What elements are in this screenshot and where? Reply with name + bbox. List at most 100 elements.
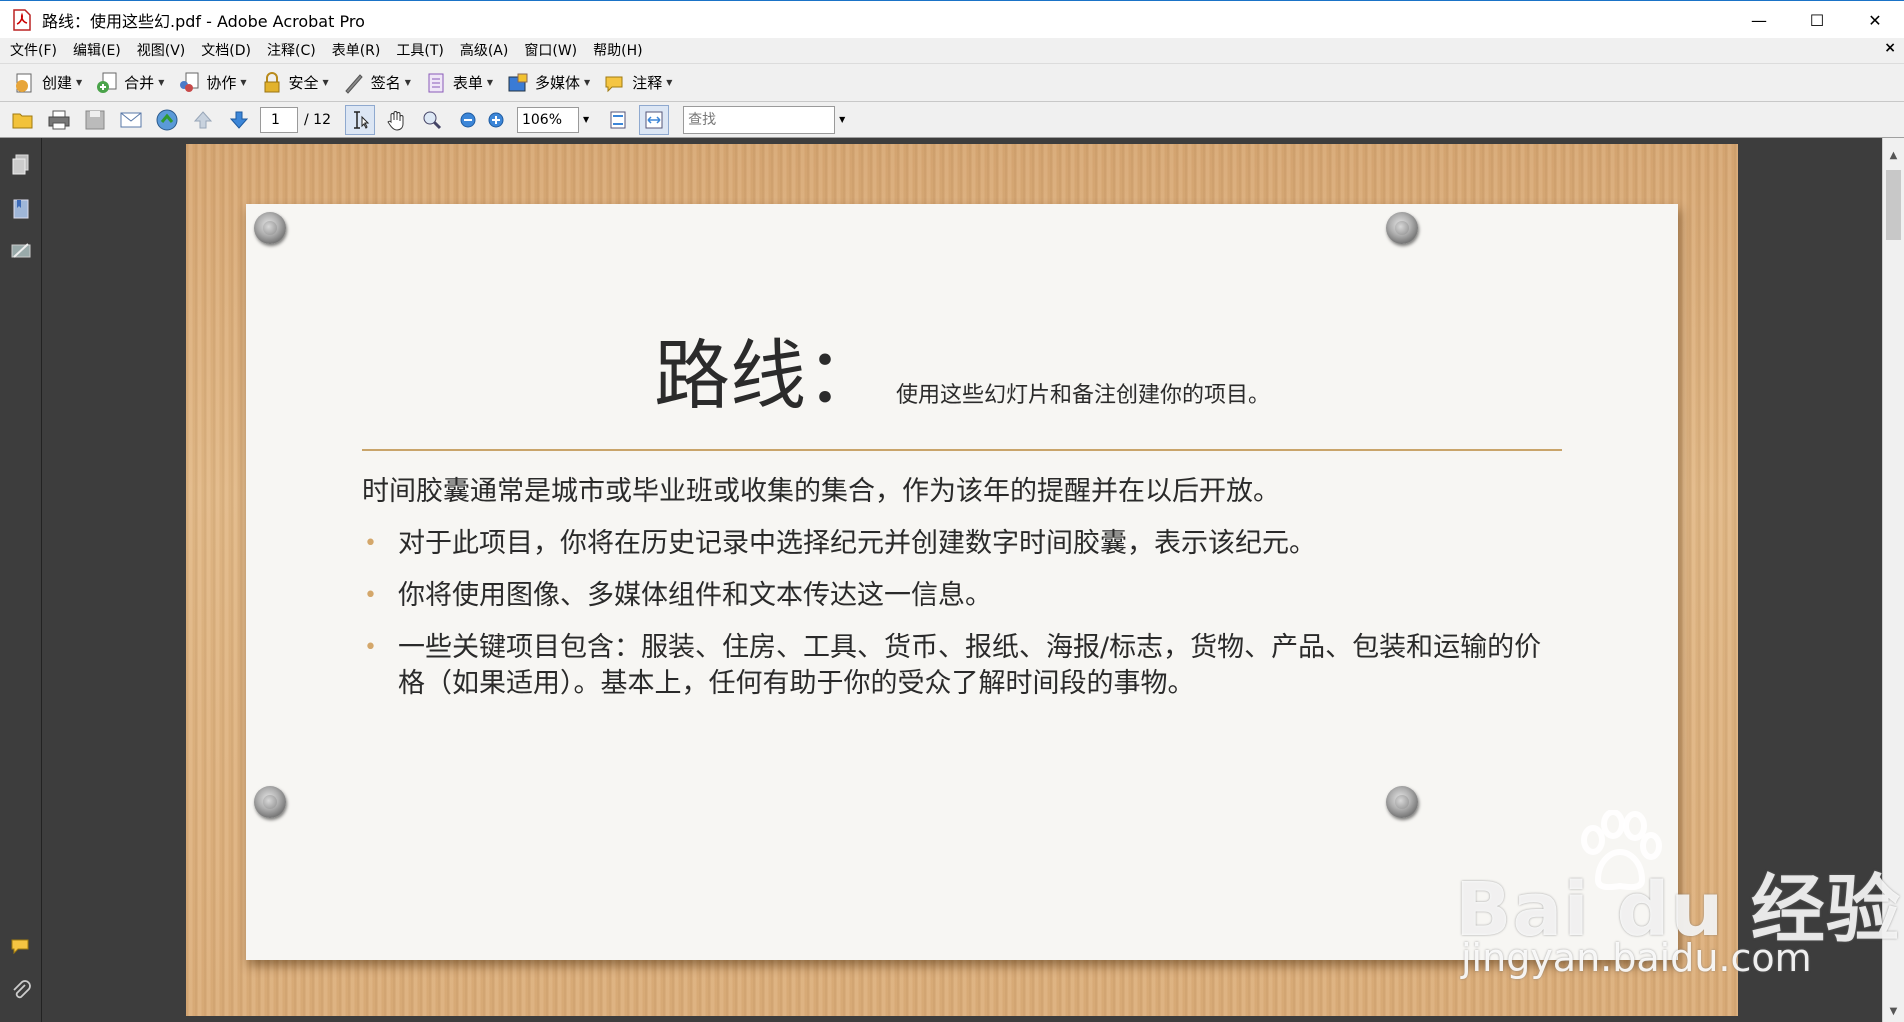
upload-icon[interactable] bbox=[152, 105, 182, 135]
pages-panel-icon[interactable] bbox=[8, 152, 34, 178]
zoom-tool-icon[interactable] bbox=[417, 105, 447, 135]
chevron-down-icon: ▼ bbox=[486, 78, 494, 87]
bookmarks-panel-icon[interactable] bbox=[8, 196, 34, 222]
vertical-scrollbar[interactable]: ▲ ▼ bbox=[1882, 138, 1904, 1022]
task-toolbar: 创建 ▼ 合并 ▼ 协作 ▼ 安全 ▼ 签名 ▼ 表单 ▼ 多媒体 ▼ 注释 ▼ bbox=[0, 64, 1904, 102]
zoom-out-icon[interactable] bbox=[453, 105, 483, 135]
chevron-down-icon: ▼ bbox=[666, 78, 673, 87]
select-text-icon[interactable] bbox=[344, 104, 375, 135]
menu-bar: 文件(F) 编辑(E) 视图(V) 文档(D) 注释(C) 表单(R) 工具(T… bbox=[0, 38, 1904, 64]
previous-page-icon[interactable] bbox=[188, 105, 218, 135]
title-bar: 路线：使用这些幻.pdf - Adobe Acrobat Pro — ☐ ✕ bbox=[0, 0, 1904, 38]
page-total-label: / 12 bbox=[304, 111, 331, 128]
menu-file[interactable]: 文件(F) bbox=[0, 38, 65, 64]
save-icon[interactable] bbox=[80, 105, 110, 135]
combine-button[interactable]: 合并 ▼ bbox=[88, 68, 170, 98]
email-icon[interactable] bbox=[116, 105, 146, 135]
zoom-in-icon[interactable] bbox=[481, 105, 511, 135]
chevron-down-icon: ▼ bbox=[240, 78, 247, 87]
menu-document[interactable]: 文档(D) bbox=[193, 38, 259, 64]
chevron-down-icon: ▼ bbox=[584, 78, 591, 87]
scroll-up-arrow-icon[interactable]: ▲ bbox=[1883, 146, 1904, 166]
bullet-text: 一些关键项目包含：服装、住房、工具、货币、报纸、海报/标志，货物、产品、包装和运… bbox=[398, 632, 1542, 699]
bullet-item: • 对于此项目，你将在历史记录中选择纪元并创建数字时间胶囊，表示该纪元。 bbox=[362, 526, 1562, 562]
multimedia-button[interactable]: 多媒体 ▼ bbox=[499, 68, 596, 98]
hand-tool-icon[interactable] bbox=[381, 105, 411, 135]
secure-button[interactable]: 安全 ▼ bbox=[253, 68, 335, 98]
maximize-button[interactable]: ☐ bbox=[1788, 1, 1846, 39]
menu-tools[interactable]: 工具(T) bbox=[388, 38, 451, 64]
bullet-text: 对于此项目，你将在历史记录中选择纪元并创建数字时间胶囊，表示该纪元。 bbox=[398, 528, 1316, 559]
sign-button[interactable]: 签名 ▼ bbox=[335, 68, 417, 98]
close-button[interactable]: ✕ bbox=[1846, 1, 1904, 39]
open-folder-icon[interactable] bbox=[8, 105, 38, 135]
title-divider bbox=[362, 449, 1562, 451]
combine-label: 合并 bbox=[124, 74, 155, 92]
scrollbar-thumb[interactable] bbox=[1886, 170, 1901, 240]
multimedia-icon bbox=[505, 70, 531, 96]
chevron-down-icon: ▼ bbox=[76, 78, 83, 87]
menu-help[interactable]: 帮助(H) bbox=[585, 38, 650, 64]
bullet-item: • 一些关键项目包含：服装、住房、工具、货币、报纸、海报/标志，货物、产品、包装和… bbox=[362, 630, 1562, 702]
document-area[interactable]: 路线： 使用这些幻灯片和备注创建你的项目。 时间胶囊通常是城市或毕业班或收集的集合… bbox=[42, 138, 1882, 1022]
comment-label: 注释 bbox=[632, 74, 663, 92]
collaborate-label: 协作 bbox=[206, 74, 237, 92]
slide-paper: 路线： 使用这些幻灯片和备注创建你的项目。 时间胶囊通常是城市或毕业班或收集的集合… bbox=[246, 204, 1678, 960]
close-document-button[interactable]: × bbox=[1884, 40, 1896, 56]
forms-button[interactable]: 表单 ▼ bbox=[417, 68, 499, 98]
print-icon[interactable] bbox=[44, 105, 74, 135]
create-pdf-icon bbox=[12, 70, 38, 96]
lock-icon bbox=[259, 70, 285, 96]
next-page-icon[interactable] bbox=[224, 105, 254, 135]
find-dropdown-icon[interactable]: ▼ bbox=[839, 115, 845, 124]
comment-button[interactable]: 注释 ▼ bbox=[596, 68, 678, 98]
scroll-down-arrow-icon[interactable]: ▼ bbox=[1883, 1002, 1904, 1022]
zoom-level-input[interactable]: 106% bbox=[516, 106, 579, 133]
fit-width-icon[interactable] bbox=[639, 104, 670, 135]
multimedia-label: 多媒体 bbox=[535, 74, 581, 92]
menu-view[interactable]: 视图(V) bbox=[129, 38, 194, 64]
form-icon bbox=[423, 70, 449, 96]
pushpin-icon bbox=[1386, 212, 1418, 244]
comments-panel-icon[interactable] bbox=[8, 934, 34, 960]
chevron-down-icon: ▼ bbox=[158, 78, 165, 87]
menu-forms[interactable]: 表单(R) bbox=[324, 38, 389, 64]
signatures-panel-icon[interactable] bbox=[8, 238, 34, 264]
page-number-input[interactable]: 1 bbox=[260, 106, 298, 133]
pushpin-icon bbox=[1386, 786, 1418, 818]
forms-label: 表单 bbox=[452, 74, 483, 92]
fit-page-icon[interactable] bbox=[603, 105, 633, 135]
slide-title-main: 路线： bbox=[653, 331, 882, 420]
menu-edit[interactable]: 编辑(E) bbox=[65, 38, 129, 64]
slide-bullet-list: • 对于此项目，你将在历史记录中选择纪元并创建数字时间胶囊，表示该纪元。 • 你将使… bbox=[362, 526, 1562, 718]
menu-advanced[interactable]: 高级(A) bbox=[452, 38, 517, 64]
pen-icon bbox=[341, 70, 367, 96]
create-button[interactable]: 创建 ▼ bbox=[6, 68, 88, 98]
attachments-panel-icon[interactable] bbox=[8, 978, 34, 1004]
collaborate-icon bbox=[176, 70, 202, 96]
secure-label: 安全 bbox=[288, 74, 319, 92]
find-input[interactable]: 查找 bbox=[683, 105, 836, 134]
slide-intro: 时间胶囊通常是城市或毕业班或收集的集合，作为该年的提醒并在以后开放。 bbox=[362, 476, 1280, 507]
create-label: 创建 bbox=[42, 74, 73, 92]
pdf-app-icon bbox=[10, 8, 34, 32]
menu-comments[interactable]: 注释(C) bbox=[259, 38, 324, 64]
chevron-down-icon: ▼ bbox=[404, 78, 411, 87]
minimize-button[interactable]: — bbox=[1730, 1, 1788, 39]
pdf-page: 路线： 使用这些幻灯片和备注创建你的项目。 时间胶囊通常是城市或毕业班或收集的集合… bbox=[186, 144, 1738, 1016]
chevron-down-icon: ▼ bbox=[322, 78, 329, 87]
zoom-dropdown-icon[interactable]: ▼ bbox=[583, 115, 589, 124]
window-title: 路线：使用这些幻.pdf - Adobe Acrobat Pro bbox=[42, 11, 365, 31]
slide-title: 路线： 使用这些幻灯片和备注创建你的项目。 bbox=[246, 314, 1678, 424]
navigation-toolbar: 1 / 12 106% ▼ 查找 ▼ bbox=[0, 102, 1904, 138]
bullet-dot: • bbox=[364, 583, 377, 608]
bullet-text: 你将使用图像、多媒体组件和文本传达这一信息。 bbox=[398, 580, 992, 611]
bullet-dot: • bbox=[364, 635, 377, 660]
pushpin-icon bbox=[254, 212, 286, 244]
window-controls: — ☐ ✕ bbox=[1730, 1, 1904, 39]
menu-window[interactable]: 窗口(W) bbox=[516, 38, 585, 64]
slide-title-subtitle: 使用这些幻灯片和备注创建你的项目。 bbox=[895, 383, 1270, 408]
bullet-dot: • bbox=[364, 531, 377, 556]
combine-icon bbox=[94, 70, 120, 96]
collaborate-button[interactable]: 协作 ▼ bbox=[170, 68, 252, 98]
